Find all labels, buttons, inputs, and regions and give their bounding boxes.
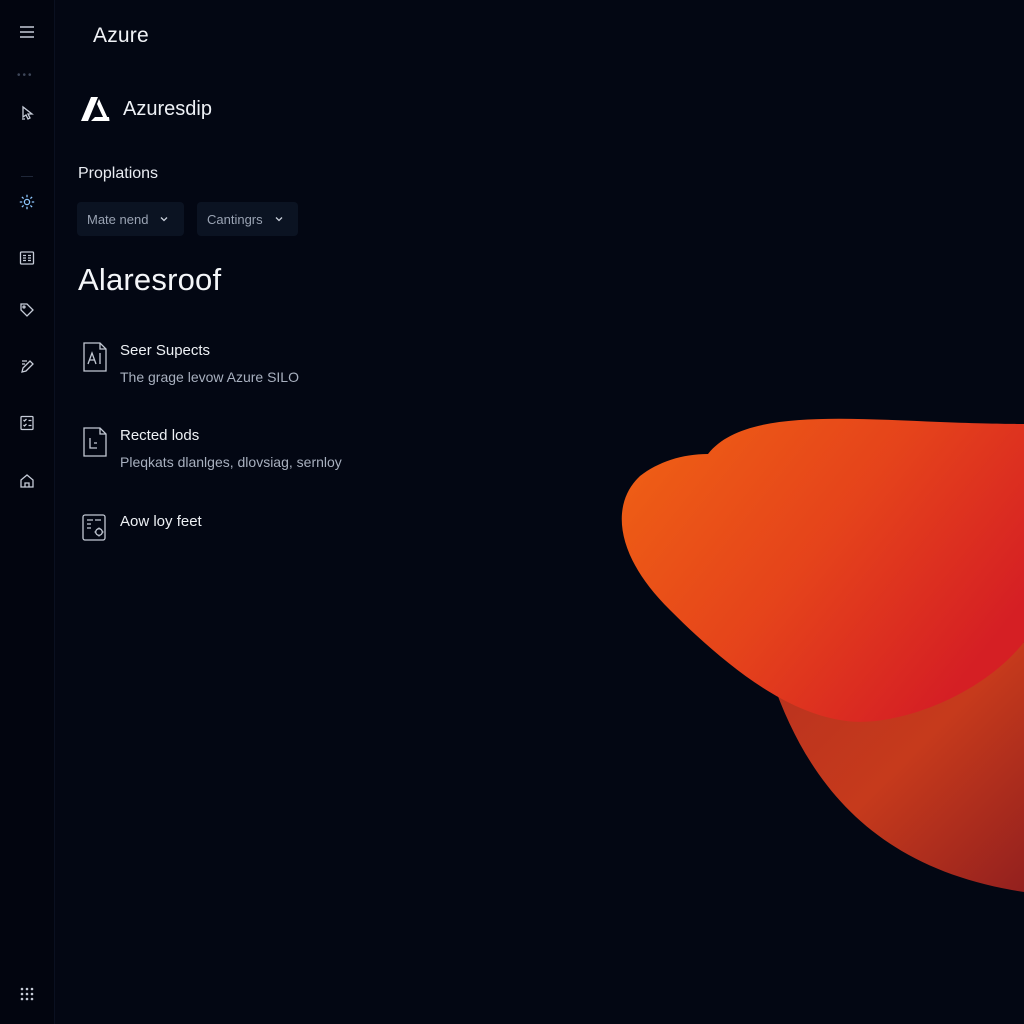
left-rail: ••• <box>0 0 55 1024</box>
checklist-icon[interactable] <box>7 405 47 441</box>
list-item-title: Rected lods <box>120 427 200 444</box>
brand[interactable]: Azuresdip <box>80 96 212 122</box>
filter-dropdown-1[interactable]: Mate nend <box>77 202 184 236</box>
chevron-down-icon <box>275 217 283 222</box>
list-item-title: Aow loy feet <box>120 513 202 530</box>
document-a-icon <box>83 342 107 372</box>
home-icon[interactable] <box>7 463 47 499</box>
app-title: Azure <box>93 24 149 47</box>
menu-icon[interactable] <box>7 14 47 50</box>
list-item-description: Pleqkats dlanlges, dlovsiag, sernloy <box>120 454 342 470</box>
app-window: ••• Azure Azuresdip Proplations Mate nen… <box>0 0 1024 1024</box>
pointer-icon[interactable] <box>7 95 47 131</box>
document-settings-icon <box>82 514 106 541</box>
list-item[interactable]: Rected lods Pleqkats dlanlges, dlovsiag,… <box>81 426 342 472</box>
brand-name: Azuresdip <box>123 97 212 120</box>
chevron-down-icon <box>160 217 168 222</box>
list-item[interactable]: Seer Supects The grage levow Azure SILO <box>81 341 299 387</box>
document-b-icon <box>83 427 107 457</box>
filter-label: Cantingrs <box>207 211 263 227</box>
list-icon[interactable] <box>7 240 47 276</box>
page-title: Alaresroof <box>78 262 222 297</box>
rail-divider-dots: ••• <box>17 70 34 81</box>
filter-dropdown-2[interactable]: Cantingrs <box>197 202 298 236</box>
document-edit-icon[interactable] <box>7 348 47 384</box>
tag-icon[interactable] <box>7 292 47 328</box>
list-item-title: Seer Supects <box>120 342 211 359</box>
list-item[interactable]: Aow loy feet <box>81 512 202 544</box>
settings-icon[interactable] <box>7 184 47 220</box>
list-item-description: The grage levow Azure SILO <box>120 369 299 385</box>
rail-divider <box>21 176 33 177</box>
filter-label: Mate nend <box>87 211 149 227</box>
section-label: Proplations <box>78 165 159 182</box>
grid-icon[interactable] <box>7 976 47 1012</box>
azure-logo-icon <box>81 97 110 121</box>
decorative-shape <box>621 418 1024 892</box>
